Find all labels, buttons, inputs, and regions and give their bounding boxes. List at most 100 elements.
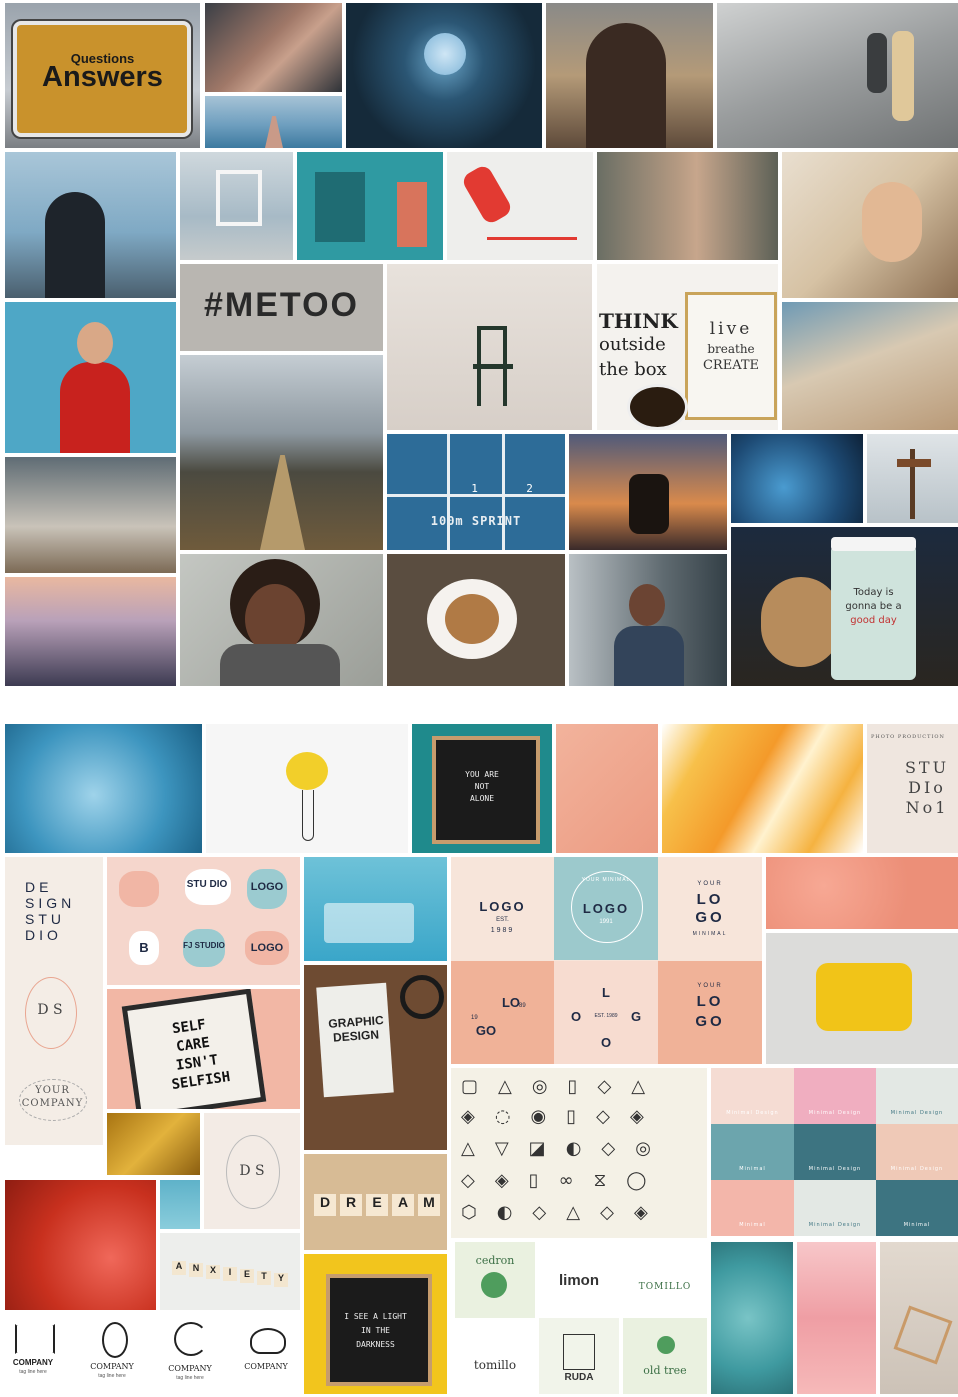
cup-line2: gonna be a <box>845 601 902 612</box>
dream-m: M <box>418 1194 440 1216</box>
coral-texture <box>556 724 658 853</box>
dream-d: D <box>314 1194 336 1216</box>
icon-grid-row3: △▽◪◐◇◎ <box>461 1138 671 1159</box>
chair-photo <box>387 264 592 430</box>
logo3-lo: LO <box>696 891 724 908</box>
man-sunset-photo <box>546 3 713 148</box>
lake-pier-sunset-photo <box>5 577 176 686</box>
minimal-logos-grid: LOGO EST. 1989 YOUR MINIMAL LOGO 1991 YO… <box>451 857 762 1064</box>
logo6-lo: LO <box>696 993 724 1010</box>
logo5-g: G <box>631 1009 642 1024</box>
road-sunlight-photo <box>180 355 383 550</box>
company-name-3: COMPANY <box>168 1364 212 1373</box>
logo1-title: LOGO <box>479 899 526 914</box>
beach-footprints-photo <box>782 302 958 430</box>
minimal-label-4: Minimal <box>739 1166 766 1172</box>
ce-logo-icon <box>174 1322 208 1356</box>
studio-no1-logo: PHOTO PRODUCTION STU DIo No1 <box>867 724 958 853</box>
icon-grid-row2: ◈◌◉▯◇◈ <box>461 1106 664 1127</box>
logo3-top: YOUR <box>697 881 723 887</box>
minimal-label-2: Minimal Design <box>808 1110 862 1116</box>
crumpled-bulb-photo <box>206 724 408 853</box>
company-logo-3: COMPANY tag line here <box>160 1318 220 1397</box>
graphic-design-book-photo: GRAPHIC DESIGN <box>304 965 447 1150</box>
your-company-line2: COMPANY <box>21 1098 84 1109</box>
teal-garage-photo <box>297 152 443 260</box>
think-line1: THINK <box>599 309 678 333</box>
teal-water-texture <box>160 1180 200 1229</box>
think-line3: the box <box>599 359 667 380</box>
company-logo-1: COMPANY tag line here <box>5 1318 61 1397</box>
logo6-top: YOUR <box>697 983 723 989</box>
letterboard2-line2: IN THE <box>361 1326 390 1335</box>
ds-mark-1: D S <box>37 1002 63 1018</box>
blue-flower-photo <box>346 3 542 148</box>
minimal-label-7: Minimal <box>739 1222 766 1228</box>
cup-line1: Today is <box>853 587 894 598</box>
stamp-fj: FJ STUDIO <box>183 941 225 950</box>
company-tagline-2: tag line here <box>98 1373 126 1379</box>
cup-line3: good day <box>850 615 897 626</box>
anxiety-x: X <box>206 1265 220 1279</box>
woman-mug-photo <box>782 152 958 298</box>
puzzle-yellow-photo <box>766 933 958 1064</box>
logo1-sub: EST. <box>496 917 509 923</box>
water-splash-photo <box>5 724 202 853</box>
sprint-text: 100m SPRINT <box>430 514 522 528</box>
pink-watercolor-texture <box>797 1242 876 1394</box>
golden-texture <box>107 1113 200 1175</box>
company-name-1: COMPANY <box>12 1358 54 1367</box>
design-line3: STU <box>25 911 65 927</box>
studio-line3: No1 <box>905 798 949 817</box>
minimal-label-8: Minimal Design <box>808 1222 862 1228</box>
dream-tiles-photo: D R E A M <box>304 1154 447 1250</box>
minimal-label-1: Minimal Design <box>726 1110 779 1116</box>
brand-limon: limon <box>559 1272 599 1289</box>
letterboard-light-darkness: I SEE A LIGHT IN THE DARKNESS <box>304 1254 447 1394</box>
minimal-design-logos-grid: Minimal Design Minimal Design Minimal De… <box>711 1068 958 1236</box>
s-curve-logo-icon <box>102 1322 128 1358</box>
lane-1: 1 <box>471 482 478 495</box>
man-lake-tree-photo <box>5 152 176 298</box>
studio-line1: STU <box>904 758 950 777</box>
self-care-letterboard-photo: SELF CARE ISN'T SELFISH <box>107 989 300 1109</box>
minimal-label-6: Minimal Design <box>890 1166 944 1172</box>
dream-r: R <box>340 1194 362 1216</box>
logo4-left: 19 <box>471 1015 478 1021</box>
icon-grid-row4: ◇◈▯∞⧖◯ <box>461 1170 667 1191</box>
red-phone-photo <box>447 152 593 260</box>
frame-line3: CREATE <box>702 358 760 373</box>
pier-photo <box>205 96 342 148</box>
think-outside-box-photo: THINK outside the box live breathe CREAT… <box>597 264 778 430</box>
anxiety-a: A <box>172 1261 186 1275</box>
brand-cedron: cedron <box>475 1254 515 1267</box>
logo1-year: 1989 <box>490 927 515 934</box>
water-glass-photo <box>304 857 447 961</box>
frame-line1: live <box>709 319 753 339</box>
brand-tomillo-lower: tomillo <box>473 1358 517 1372</box>
laughing-man-photo <box>5 302 176 453</box>
stamp-logo2: LOGO <box>250 942 284 954</box>
minimal-label-9: Minimal <box>903 1222 931 1228</box>
logo3-go: GO <box>695 909 725 926</box>
letterboard1-line2: NOT <box>474 782 490 791</box>
ds-logo-card: D S <box>204 1113 300 1229</box>
letterboard2-line1: I SEE A LIGHT <box>344 1312 407 1321</box>
smiling-woman-photo <box>180 554 383 686</box>
icon-grid-row1: ▢△◎▯◇△ <box>461 1076 666 1097</box>
sheep-cup-photo: Today is gonna be a good day <box>731 527 958 686</box>
company-logo-2: COMPANY tag line here <box>82 1318 142 1397</box>
stamp-logos-panel: STU DIO LOGO B FJ STUDIO LOGO <box>107 857 300 985</box>
anxiety-i: I <box>223 1267 237 1281</box>
letterboard1-line3: ALONE <box>469 794 495 803</box>
studio-line2: DIo <box>908 778 946 797</box>
pastel-decor-photo <box>880 1242 958 1394</box>
your-company-line1: YOUR <box>35 1085 70 1096</box>
logo5-o2: O <box>600 1035 612 1050</box>
metoo-text: #METOO <box>204 286 359 324</box>
sprint-track-photo: 1 2 100m SPRINT <box>387 434 565 550</box>
logo4-lo: LO <box>501 995 521 1010</box>
stamp-logo1: LOGO <box>250 881 284 893</box>
logo2-ring: YOUR MINIMAL <box>581 877 631 883</box>
company-logo-4: COMPANY <box>236 1318 296 1397</box>
